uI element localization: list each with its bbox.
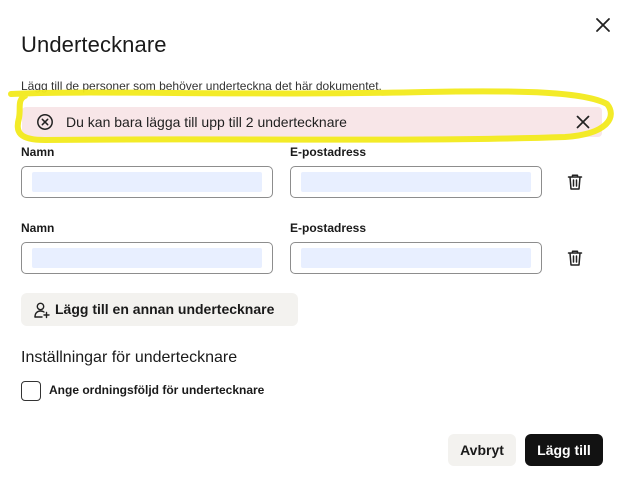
dialog-subtitle: Lägg till de personer som behöver undert… (21, 79, 382, 93)
dialog-close-button[interactable] (592, 14, 614, 36)
trash-icon[interactable] (565, 172, 585, 192)
redacted-value (301, 248, 531, 268)
dialog-title: Undertecknare (21, 32, 167, 57)
add-signer-button[interactable]: Lägg till en annan undertecknare (21, 293, 298, 326)
signing-order-label: Ange ordningsföljd för undertecknare (49, 383, 265, 397)
signer-1-email-input[interactable] (290, 166, 542, 198)
add-user-icon (34, 302, 50, 319)
add-button[interactable]: Lägg till (525, 434, 603, 466)
redacted-value (301, 172, 531, 192)
signer-1-email-label: E-postadress (290, 145, 367, 159)
signer-2-name-label: Namn (21, 221, 55, 235)
signer-2-email-label: E-postadress (290, 221, 367, 235)
alert-close-icon[interactable] (574, 113, 592, 131)
signers-dialog: Undertecknare Lägg till de personer som … (0, 0, 622, 481)
signer-1-name-input[interactable] (21, 166, 273, 198)
add-signer-label: Lägg till en annan undertecknare (55, 301, 275, 317)
signer-2-name-input[interactable] (21, 242, 273, 274)
limit-alert: Du kan bara lägga till upp till 2 undert… (22, 107, 602, 137)
trash-icon[interactable] (565, 248, 585, 268)
error-circle-icon (37, 114, 53, 130)
signer-1-name-label: Namn (21, 145, 55, 159)
settings-title: Inställningar för undertecknare (21, 349, 238, 366)
signing-order-checkbox[interactable] (21, 381, 41, 401)
signer-2-email-input[interactable] (290, 242, 542, 274)
alert-message: Du kan bara lägga till upp till 2 undert… (66, 114, 347, 130)
redacted-value (32, 248, 262, 268)
cancel-button[interactable]: Avbryt (448, 434, 516, 466)
redacted-value (32, 172, 262, 192)
close-icon (596, 18, 610, 32)
